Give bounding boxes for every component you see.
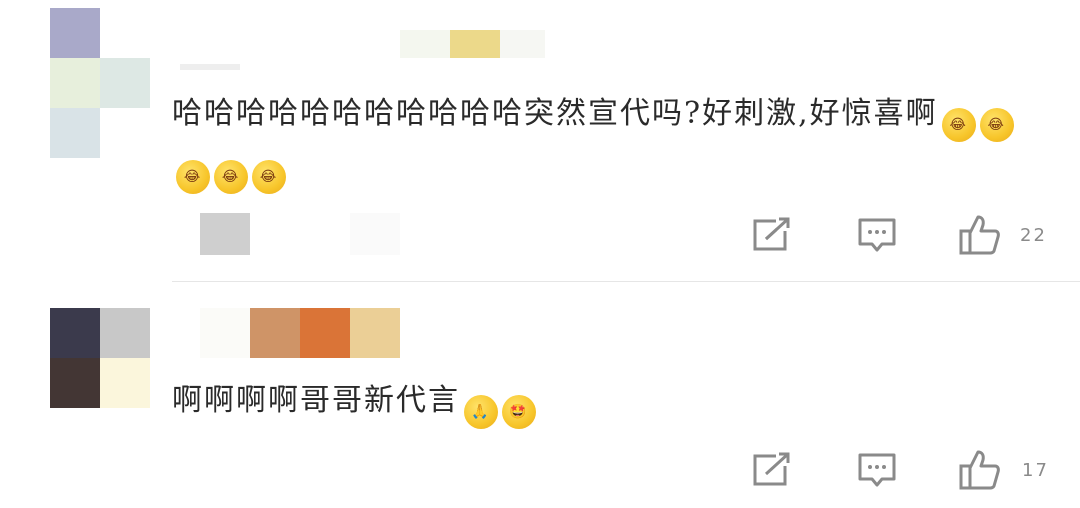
laugh-crying-emoji: 😂 [979,108,1014,142]
comment-text: 哈哈哈哈哈哈哈哈哈哈哈突然宣代吗?好刺激,好惊喜啊 😂 😂😂 😂 😂 [172,90,1042,194]
timestamp-blurred [200,213,250,255]
reply-blurred [350,213,400,255]
comment-actions: 17 [0,446,1080,496]
laugh-crying-emoji: 😂 [941,108,976,142]
comment-icon[interactable] [857,452,897,490]
comment-item: 哈哈哈哈哈哈哈哈哈哈哈突然宣代吗?好刺激,好惊喜啊 😂 😂😂 😂 😂 22 [0,0,1080,282]
comment-text: 啊啊啊啊哥哥新代言 🙏 🤩 [172,377,1042,429]
like-icon[interactable] [958,448,1002,492]
comment-icon[interactable] [857,217,897,255]
comment-actions: 22 [0,211,1080,261]
like-count: 22 [1020,225,1047,246]
divider [172,281,1080,282]
like-icon[interactable] [958,213,1002,257]
like-count: 17 [1022,460,1049,481]
avatar[interactable] [50,8,150,158]
starstruck-emoji: 🤩 [502,395,536,429]
laugh-crying-emoji: 😂 [214,160,248,194]
share-icon[interactable] [752,217,792,253]
laugh-crying-emoji: 😂 [252,160,286,194]
laugh-crying-emoji: 😂 [176,160,210,194]
praying-emoji: 🙏 [464,395,498,429]
avatar[interactable] [50,308,150,458]
share-icon[interactable] [752,452,792,488]
comment-item: 啊啊啊啊哥哥新代言 🙏 🤩 17 [0,283,1080,508]
